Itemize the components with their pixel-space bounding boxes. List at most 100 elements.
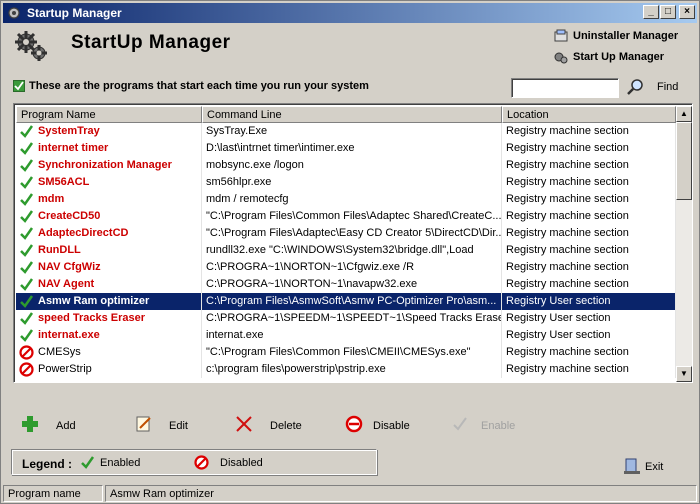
vertical-scrollbar[interactable]: ▲ ▼ (676, 106, 692, 382)
scroll-down-button[interactable]: ▼ (676, 366, 692, 382)
table-row[interactable]: CreateCD50 "C:\Program Files\Common Files… (16, 208, 676, 225)
cell-location: Registry machine section (502, 242, 676, 259)
cell-program-name: NAV Agent (16, 276, 202, 293)
info-text: These are the programs that start each t… (29, 80, 369, 92)
gear-icon (8, 7, 20, 19)
legend-panel: Legend : Enabled Disabled (11, 449, 377, 475)
column-header-location[interactable]: Location (502, 106, 676, 123)
minimize-button[interactable]: _ (643, 5, 659, 19)
program-name: AdaptecDirectCD (38, 227, 129, 239)
program-name: internat.exe (38, 329, 100, 341)
cell-location: Registry machine section (502, 361, 676, 378)
program-name: speed Tracks Eraser (38, 312, 146, 324)
cell-location: Registry machine section (502, 276, 676, 293)
cell-location: Registry machine section (502, 208, 676, 225)
table-row[interactable]: speed Tracks Eraser C:\PROGRA~1\SPEEDM~1\… (16, 310, 676, 327)
cell-location: Registry machine section (502, 174, 676, 191)
title-bar[interactable]: Startup Manager _ □ × (3, 3, 697, 23)
cell-program-name: CMESys (16, 344, 202, 361)
delete-label: Delete (270, 420, 302, 432)
cell-program-name: RunDLL (16, 242, 202, 259)
cell-location: Registry machine section (502, 157, 676, 174)
program-name: mdm (38, 193, 65, 205)
edit-icon (136, 416, 151, 432)
cell-location: Registry machine section (502, 123, 676, 140)
cell-location: Registry machine section (502, 344, 676, 361)
status-label: Program name (3, 485, 103, 502)
table-row[interactable]: Synchronization Manager mobsync.exe /logo… (16, 157, 676, 174)
add-label: Add (56, 420, 76, 432)
scroll-thumb[interactable] (676, 122, 692, 200)
table-row[interactable]: CMESys "C:\Program Files\Common Files\CME… (16, 344, 676, 361)
table-row[interactable]: SM56ACL sm56hlpr.exe Registry machine sect… (16, 174, 676, 191)
scroll-up-button[interactable]: ▲ (676, 106, 692, 122)
disable-icon (345, 415, 363, 433)
legend-title: Legend : (22, 457, 72, 471)
cell-program-name: mdm (16, 191, 202, 208)
check-icon (20, 261, 34, 274)
check-icon (20, 312, 34, 325)
table-row[interactable]: internet timer D:\last\intrnet timer\inti… (16, 140, 676, 157)
column-header-program-name[interactable]: Program Name (16, 106, 202, 123)
programs-table[interactable]: Program Name Command Line Location Syste… (13, 103, 693, 383)
check-icon (20, 210, 34, 223)
find-button[interactable]: Find (657, 81, 678, 93)
table-row[interactable]: internat.exe internat.exe Registry User se… (16, 327, 676, 344)
startup-icon (554, 52, 568, 64)
cell-location: Registry User section (502, 293, 676, 310)
status-value: Asmw Ram optimizer (105, 485, 697, 502)
search-input[interactable] (511, 78, 619, 98)
cell-command-line: "C:\Program Files\Adaptec\Easy CD Creato… (202, 225, 502, 242)
check-icon (20, 125, 34, 138)
status-bar: Program name Asmw Ram optimizer (3, 485, 697, 503)
search-icon[interactable] (626, 78, 644, 96)
check-icon (20, 193, 34, 206)
table-row[interactable]: NAV CfgWiz C:\PROGRA~1\NORTON~1\Cfgwiz.ex… (16, 259, 676, 276)
window-title: Startup Manager (27, 6, 122, 20)
legend-enabled-label: Enabled (100, 457, 141, 469)
cell-program-name: internet timer (16, 140, 202, 157)
check-icon (20, 142, 34, 155)
uninstaller-icon (554, 29, 568, 42)
cell-program-name: speed Tracks Eraser (16, 310, 202, 327)
cell-location: Registry machine section (502, 191, 676, 208)
cell-program-name: AdaptecDirectCD (16, 225, 202, 242)
table-row[interactable]: RunDLL rundll32.exe "C:\WINDOWS\System32\… (16, 242, 676, 259)
close-button[interactable]: × (679, 5, 695, 19)
maximize-button[interactable]: □ (660, 5, 676, 19)
cell-location: Registry User section (502, 327, 676, 344)
check-icon (20, 278, 34, 291)
table-row[interactable]: AdaptecDirectCD "C:\Program Files\Adaptec… (16, 225, 676, 242)
program-name: NAV Agent (38, 278, 95, 290)
cell-program-name: SystemTray (16, 123, 202, 140)
startup-manager-window: Startup Manager _ □ × StartUp Manager Un… (0, 0, 700, 504)
edit-label: Edit (169, 420, 188, 432)
program-name: SM56ACL (38, 176, 90, 188)
column-header-command-line[interactable]: Command Line (202, 106, 502, 123)
legend-disabled-label: Disabled (220, 457, 263, 469)
check-icon (20, 159, 34, 172)
cell-location: Registry machine section (502, 225, 676, 242)
table-row[interactable]: mdm mdm / remotecfg Registry machine secti… (16, 191, 676, 208)
exit-label: Exit (645, 461, 664, 473)
cell-program-name: SM56ACL (16, 174, 202, 191)
table-row[interactable]: NAV Agent C:\PROGRA~1\NORTON~1\navapw32.e… (16, 276, 676, 293)
page-title: StartUp Manager (71, 32, 231, 53)
program-name: PowerStrip (38, 363, 92, 375)
cell-command-line: rundll32.exe "C:\WINDOWS\System32\bridge… (202, 242, 502, 259)
exit-icon (624, 458, 640, 474)
disabled-icon (194, 455, 209, 470)
delete-icon (236, 416, 252, 432)
cell-program-name: NAV CfgWiz (16, 259, 202, 276)
cell-command-line: "C:\Program Files\Common Files\CMEII\CME… (202, 344, 502, 361)
table-row[interactable]: SystemTray SysTray.Exe Registry machine se… (16, 123, 676, 140)
cell-program-name: Asmw Ram optimizer (16, 293, 202, 310)
cell-command-line: C:\PROGRA~1\NORTON~1\Cfgwiz.exe /R (202, 259, 502, 276)
check-icon (20, 176, 34, 189)
cell-location: Registry User section (502, 310, 676, 327)
uninstaller-manager-label: Uninstaller Manager (573, 30, 679, 42)
cell-program-name: Synchronization Manager (16, 157, 202, 174)
table-row[interactable]: PowerStrip c:\program files\powerstrip\ps… (16, 361, 676, 378)
table-row[interactable]: Asmw Ram optimizer C:\Program Files\AsmwS… (16, 293, 676, 310)
cell-command-line: "C:\Program Files\Common Files\Adaptec S… (202, 208, 502, 225)
